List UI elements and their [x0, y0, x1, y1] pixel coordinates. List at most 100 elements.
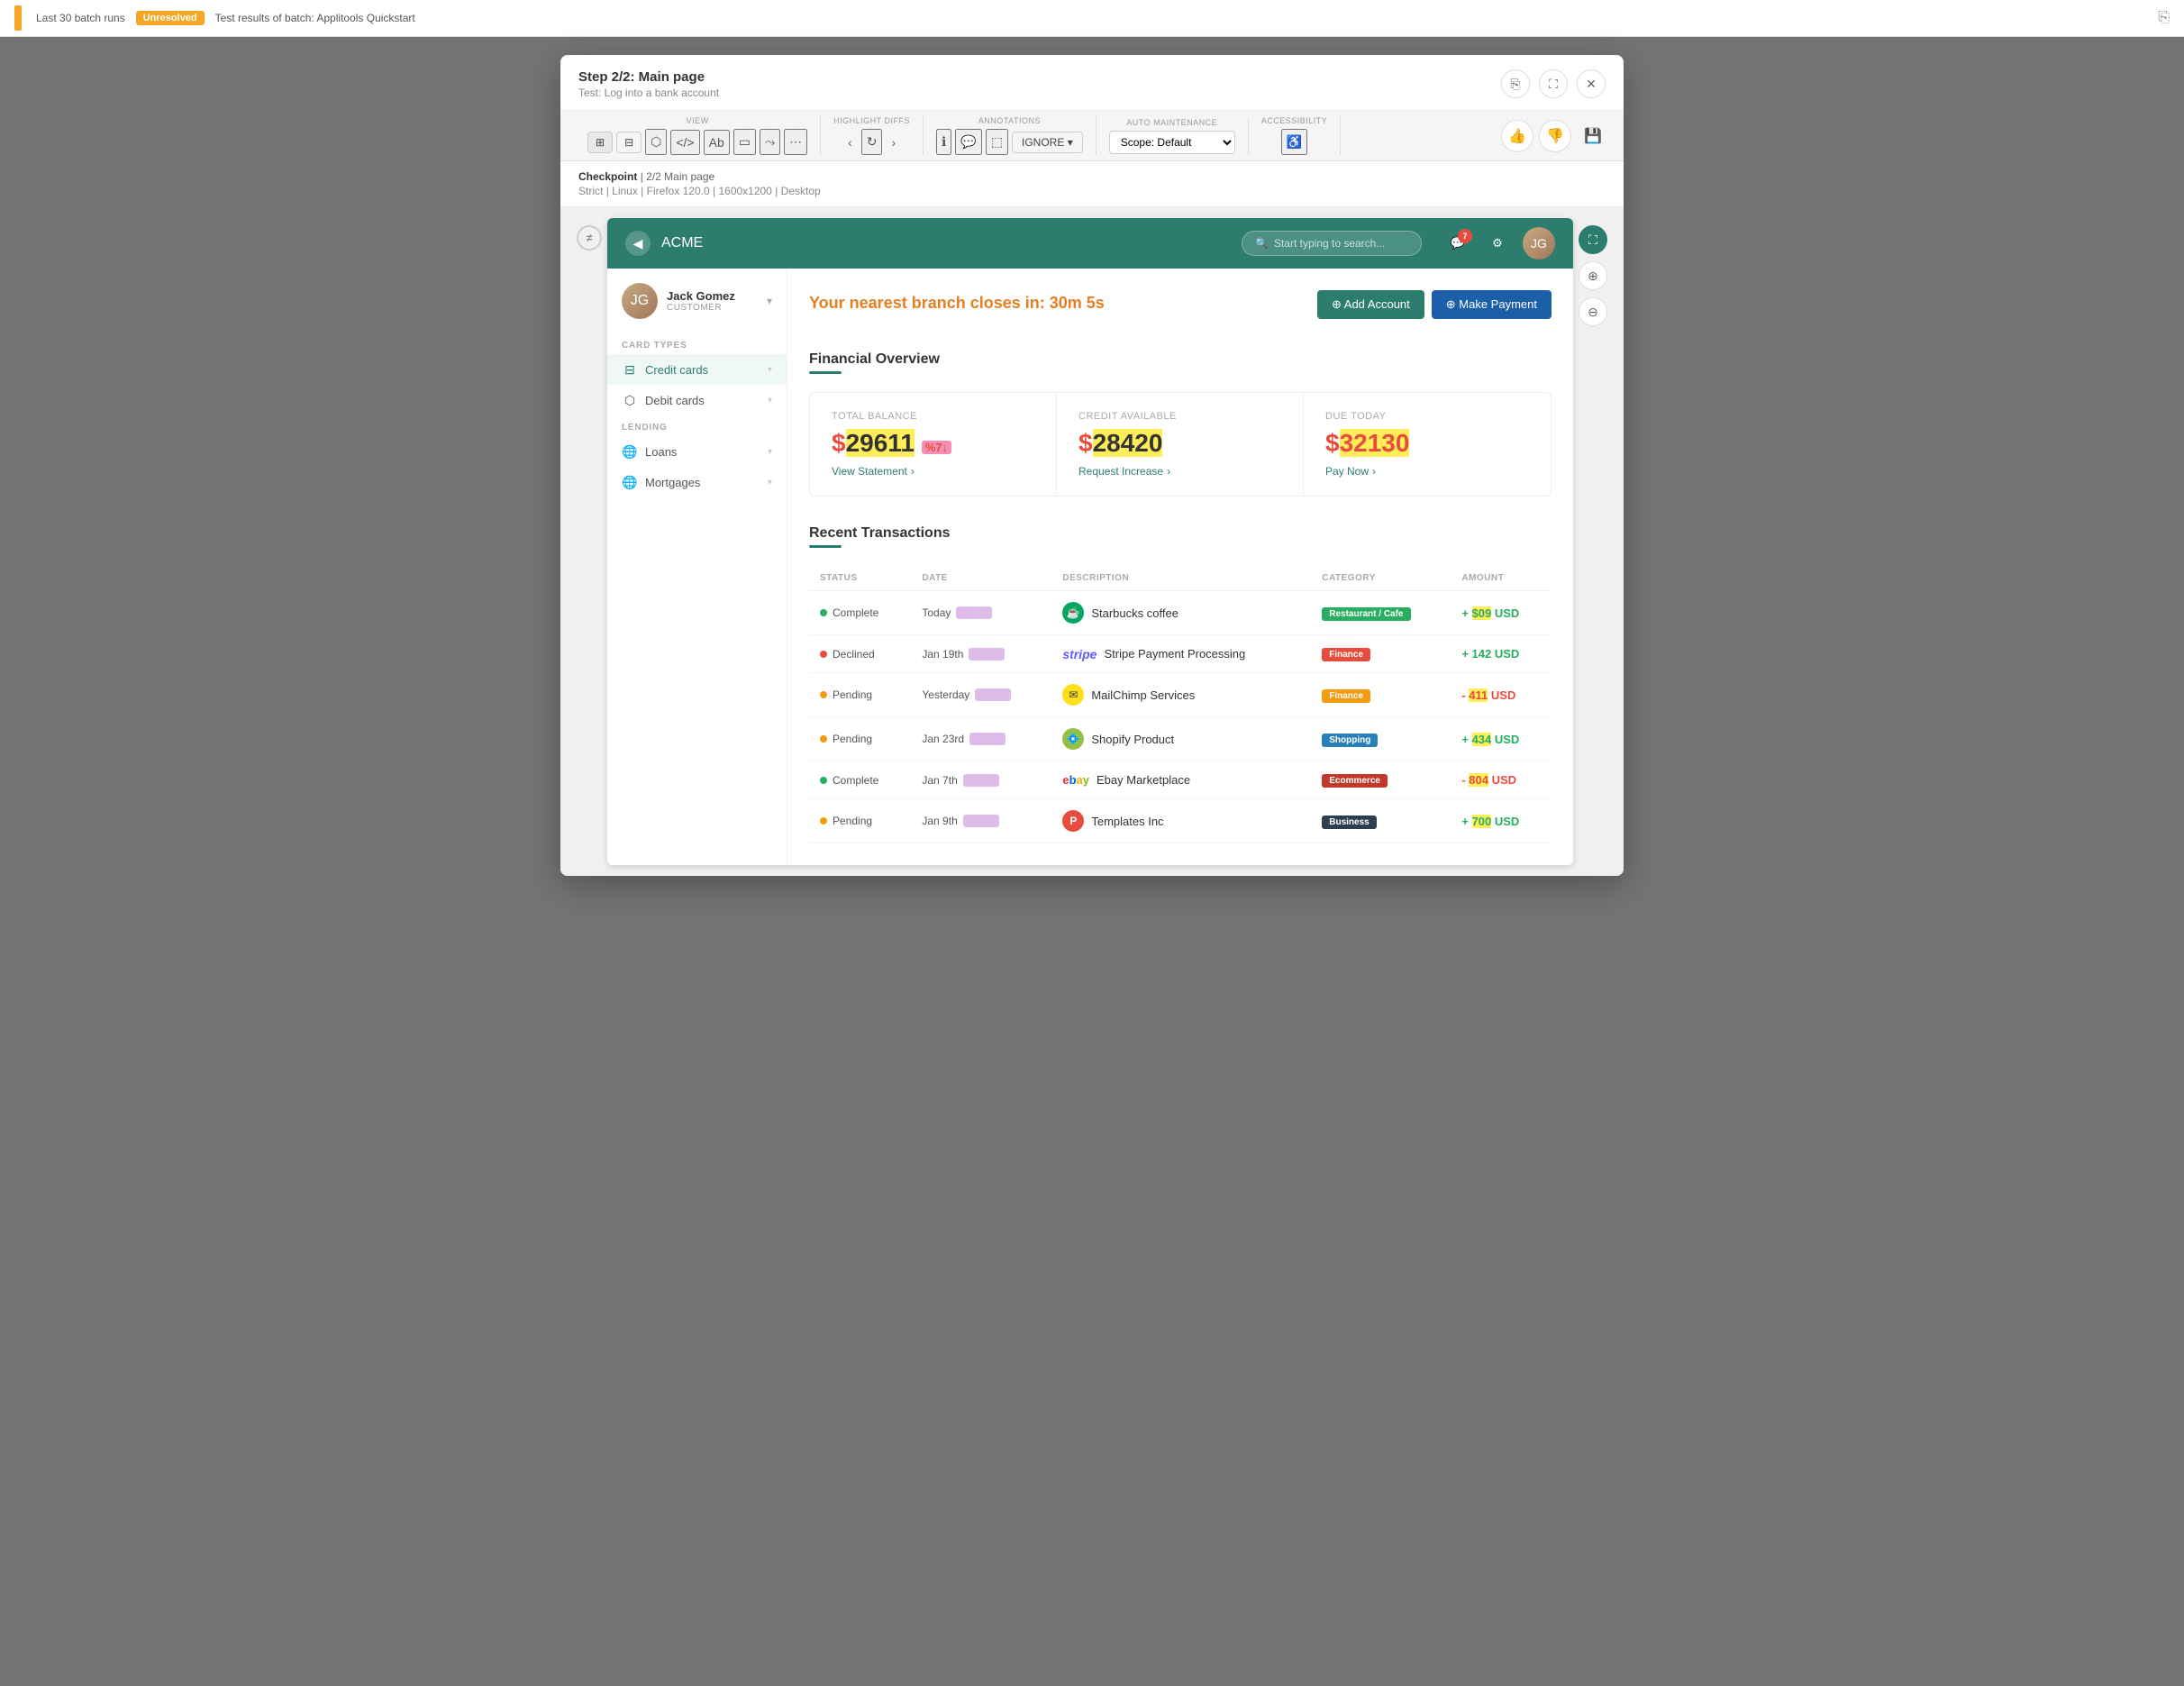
checkpoint-label: Checkpoint: [578, 170, 637, 183]
table-row: Pending Yesterday ✉ Ma: [809, 673, 1552, 717]
loans-arrow: ▾: [768, 447, 772, 457]
date-cell: Jan 7th: [911, 761, 1051, 799]
user-avatar[interactable]: JG: [1523, 227, 1555, 260]
toolbar-view-controls: ⊞ ⊟ ⬡ </> Ab ▭ ⤳ ⋯: [587, 129, 807, 155]
ignore-button[interactable]: IGNORE ▾: [1012, 132, 1083, 153]
alert-text: Your nearest branch closes in: 30m 5s: [809, 294, 1105, 312]
status-cell: Pending: [809, 673, 911, 717]
selection-icon[interactable]: ⬚: [986, 129, 1008, 155]
unresolved-badge: Unresolved: [136, 11, 205, 25]
more-icon[interactable]: ⋯: [784, 129, 807, 155]
user-name: Jack Gomez: [667, 289, 735, 303]
crop-icon[interactable]: ▭: [733, 129, 756, 155]
user-info: Jack Gomez CUSTOMER: [667, 289, 735, 313]
expand-view-button[interactable]: ⛶: [1579, 225, 1607, 254]
date-cell: Today: [911, 591, 1051, 635]
toolbar-annotations-section: ANNOTATIONS ℹ 💬 ⬚ IGNORE ▾: [924, 116, 1097, 155]
toolbar-view-section: VIEW ⊞ ⊟ ⬡ </> Ab ▭ ⤳ ⋯: [575, 116, 821, 155]
total-balance-card: Total Balance $29611 %7↓ View Statement …: [810, 393, 1057, 496]
merchant-icon: ✉: [1062, 684, 1084, 706]
expand-button[interactable]: ⛶: [1539, 69, 1568, 98]
next-diff-button[interactable]: ›: [886, 132, 901, 153]
sidebar-item-debit-cards[interactable]: ⬡ Debit cards ▾: [607, 385, 787, 415]
info-icon[interactable]: ℹ: [936, 129, 951, 155]
resolution-label: 1600x1200: [718, 185, 771, 197]
save-button[interactable]: 💾: [1577, 120, 1609, 152]
transactions-section: Recent Transactions STATUS DATE DESCRIPT…: [809, 525, 1552, 843]
scope-select[interactable]: Scope: Default: [1109, 131, 1235, 154]
toolbar-annotations-controls: ℹ 💬 ⬚ IGNORE ▾: [936, 129, 1083, 155]
merchant-name: Starbucks coffee: [1091, 606, 1178, 620]
description-cell: stripe Stripe Payment Processing: [1051, 635, 1311, 673]
zoom-in-button[interactable]: ⊕: [1579, 261, 1607, 290]
description-cell: 💠 Shopify Product: [1051, 717, 1311, 761]
make-payment-button[interactable]: ⊕ Make Payment: [1432, 290, 1552, 319]
request-increase-link[interactable]: Request Increase ›: [1078, 465, 1281, 478]
search-icon: 🔍: [1255, 237, 1269, 250]
user-role: CUSTOMER: [667, 303, 735, 313]
user-dropdown-icon[interactable]: ▾: [767, 295, 772, 307]
table-row: Pending Jan 9th P Temp: [809, 799, 1552, 843]
sidebar-item-credit-cards[interactable]: ⊟ Credit cards ▾: [607, 354, 787, 385]
sidebar-item-mortgages[interactable]: 🌐 Mortgages ▾: [607, 467, 787, 497]
main-content: Your nearest branch closes in: 30m 5s ⊕ …: [787, 269, 1573, 865]
overview-grid: Total Balance $29611 %7↓ View Statement …: [809, 392, 1552, 497]
credit-available-card: Credit Available $28420 Request Increase…: [1057, 393, 1304, 496]
search-placeholder: Start typing to search...: [1274, 237, 1385, 250]
alert-banner: Your nearest branch closes in: 30m 5s: [809, 294, 1105, 313]
col-date: DATE: [911, 566, 1051, 591]
view-layout-button[interactable]: ⊟: [616, 132, 642, 153]
date-cell: Jan 9th: [911, 799, 1051, 843]
refresh-icon[interactable]: ↻: [861, 129, 883, 155]
toolbar-diffs-label: HIGHLIGHT DIFFS: [833, 116, 910, 125]
thumbup-button[interactable]: 👍: [1501, 120, 1533, 152]
add-account-label: ⊕ Add Account: [1332, 297, 1410, 312]
app-logo-icon: ◀: [625, 231, 651, 256]
view-statement-arrow: ›: [911, 465, 915, 478]
close-button[interactable]: ✕: [1577, 69, 1606, 98]
col-amount: AMOUNT: [1451, 566, 1552, 591]
code-icon[interactable]: </>: [670, 130, 699, 155]
layers-icon[interactable]: ⬡: [645, 129, 667, 155]
accessibility-icon[interactable]: ♿: [1281, 129, 1307, 155]
notification-badge: 7: [1458, 229, 1472, 243]
category-badge: Restaurant / Cafe: [1322, 607, 1410, 621]
date-blur: [963, 815, 999, 827]
category-cell: Finance: [1311, 635, 1451, 673]
pay-now-link[interactable]: Pay Now ›: [1325, 465, 1529, 478]
amount-cell: + 142 USD: [1451, 635, 1552, 673]
zoom-out-button[interactable]: ⊖: [1579, 297, 1607, 326]
comment-icon[interactable]: 💬: [955, 129, 981, 155]
feedback-buttons: 👍 👎 💾: [1501, 120, 1609, 152]
category-badge: Finance: [1322, 689, 1370, 703]
credit-cards-icon: ⊟: [622, 361, 638, 378]
sidebar-item-loans[interactable]: 🌐 Loans ▾: [607, 436, 787, 467]
os-label: Linux: [612, 185, 638, 197]
add-account-button[interactable]: ⊕ Add Account: [1317, 290, 1424, 319]
description-cell: ✉ MailChimp Services: [1051, 673, 1311, 717]
amount-value: + 142 USD: [1461, 647, 1519, 661]
share-button[interactable]: ⎘: [1501, 69, 1530, 98]
prev-diff-button[interactable]: ‹: [842, 132, 858, 153]
date-cell: Jan 23rd: [911, 717, 1051, 761]
settings-icon[interactable]: ⚙: [1483, 229, 1512, 258]
amount-highlight: 411: [1469, 688, 1488, 702]
thumbdown-button[interactable]: 👎: [1539, 120, 1571, 152]
credit-dollar: $: [1078, 429, 1093, 457]
notification-icon[interactable]: 💬 7: [1443, 229, 1472, 258]
view-grid-button[interactable]: ⊞: [587, 132, 613, 153]
section-underline: [809, 371, 842, 374]
amount-cell: + 700 USD: [1451, 799, 1552, 843]
ab-icon[interactable]: Ab: [704, 130, 730, 155]
app-search[interactable]: 🔍 Start typing to search...: [1242, 231, 1422, 256]
merchant-name: Ebay Marketplace: [1097, 773, 1190, 787]
checkpoint-meta: Strict | Linux | Firefox 120.0 | 1600x12…: [578, 185, 1606, 197]
batch-title: Test results of batch: Applitools Quicks…: [215, 12, 415, 24]
make-payment-label: ⊕ Make Payment: [1446, 297, 1537, 312]
category-badge: Shopping: [1322, 734, 1378, 747]
view-statement-link[interactable]: View Statement ›: [832, 465, 1034, 478]
share-icon[interactable]: ⎘: [2158, 10, 2170, 26]
status-dot: [820, 777, 827, 784]
flow-icon[interactable]: ⤳: [760, 129, 780, 155]
merchant-icon: 💠: [1062, 728, 1084, 750]
